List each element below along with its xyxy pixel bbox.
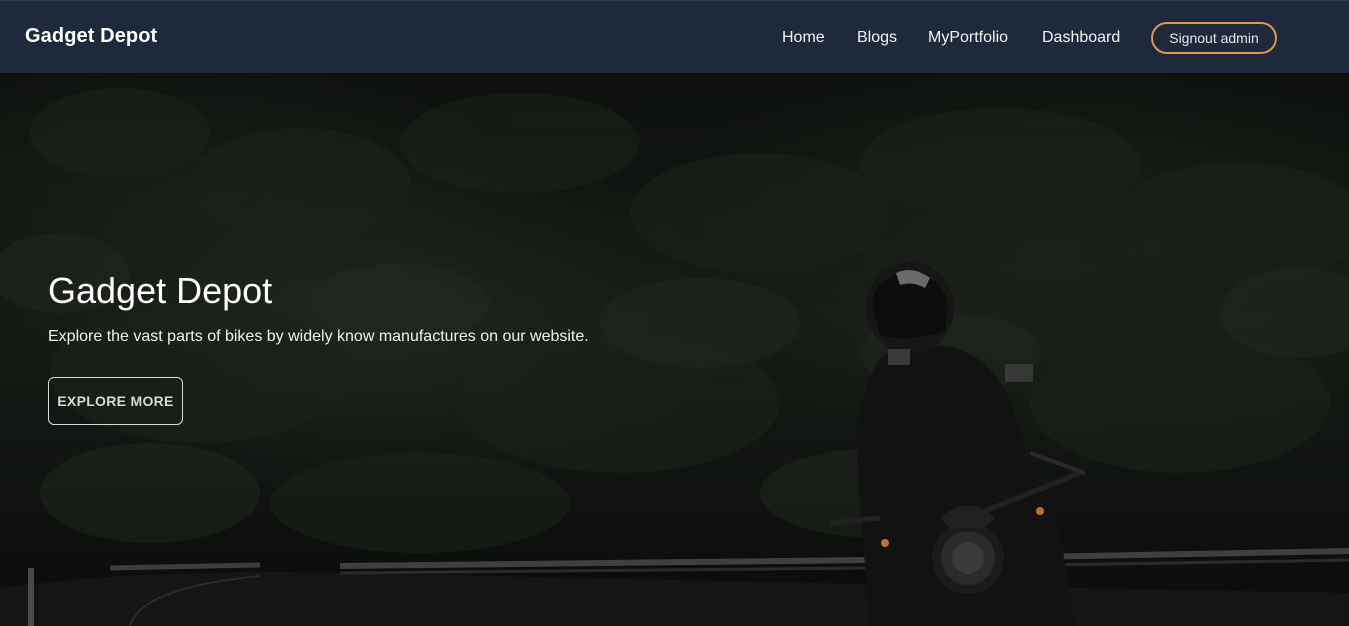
nav-link-blogs[interactable]: Blogs [857, 29, 897, 47]
nav-link-dashboard[interactable]: Dashboard [1042, 29, 1120, 47]
brand-logo[interactable]: Gadget Depot [25, 25, 157, 48]
signout-button[interactable]: Signout admin [1151, 22, 1277, 54]
hero-background-image [0, 88, 1349, 626]
hero-section: Gadget Depot Explore the vast parts of b… [0, 73, 1349, 626]
explore-more-button[interactable]: EXPLORE MORE [48, 377, 183, 425]
navbar: Gadget Depot Home Blogs MyPortfolio Dash… [0, 0, 1349, 73]
page: Gadget Depot Home Blogs MyPortfolio Dash… [0, 0, 1349, 626]
hero-title: Gadget Depot [48, 270, 273, 311]
nav-link-myportfolio[interactable]: MyPortfolio [928, 29, 1008, 47]
hero-content: Gadget Depot Explore the vast parts of b… [48, 269, 589, 425]
nav-link-home[interactable]: Home [782, 29, 825, 47]
hero-subtitle: Explore the vast parts of bikes by widel… [48, 328, 589, 345]
